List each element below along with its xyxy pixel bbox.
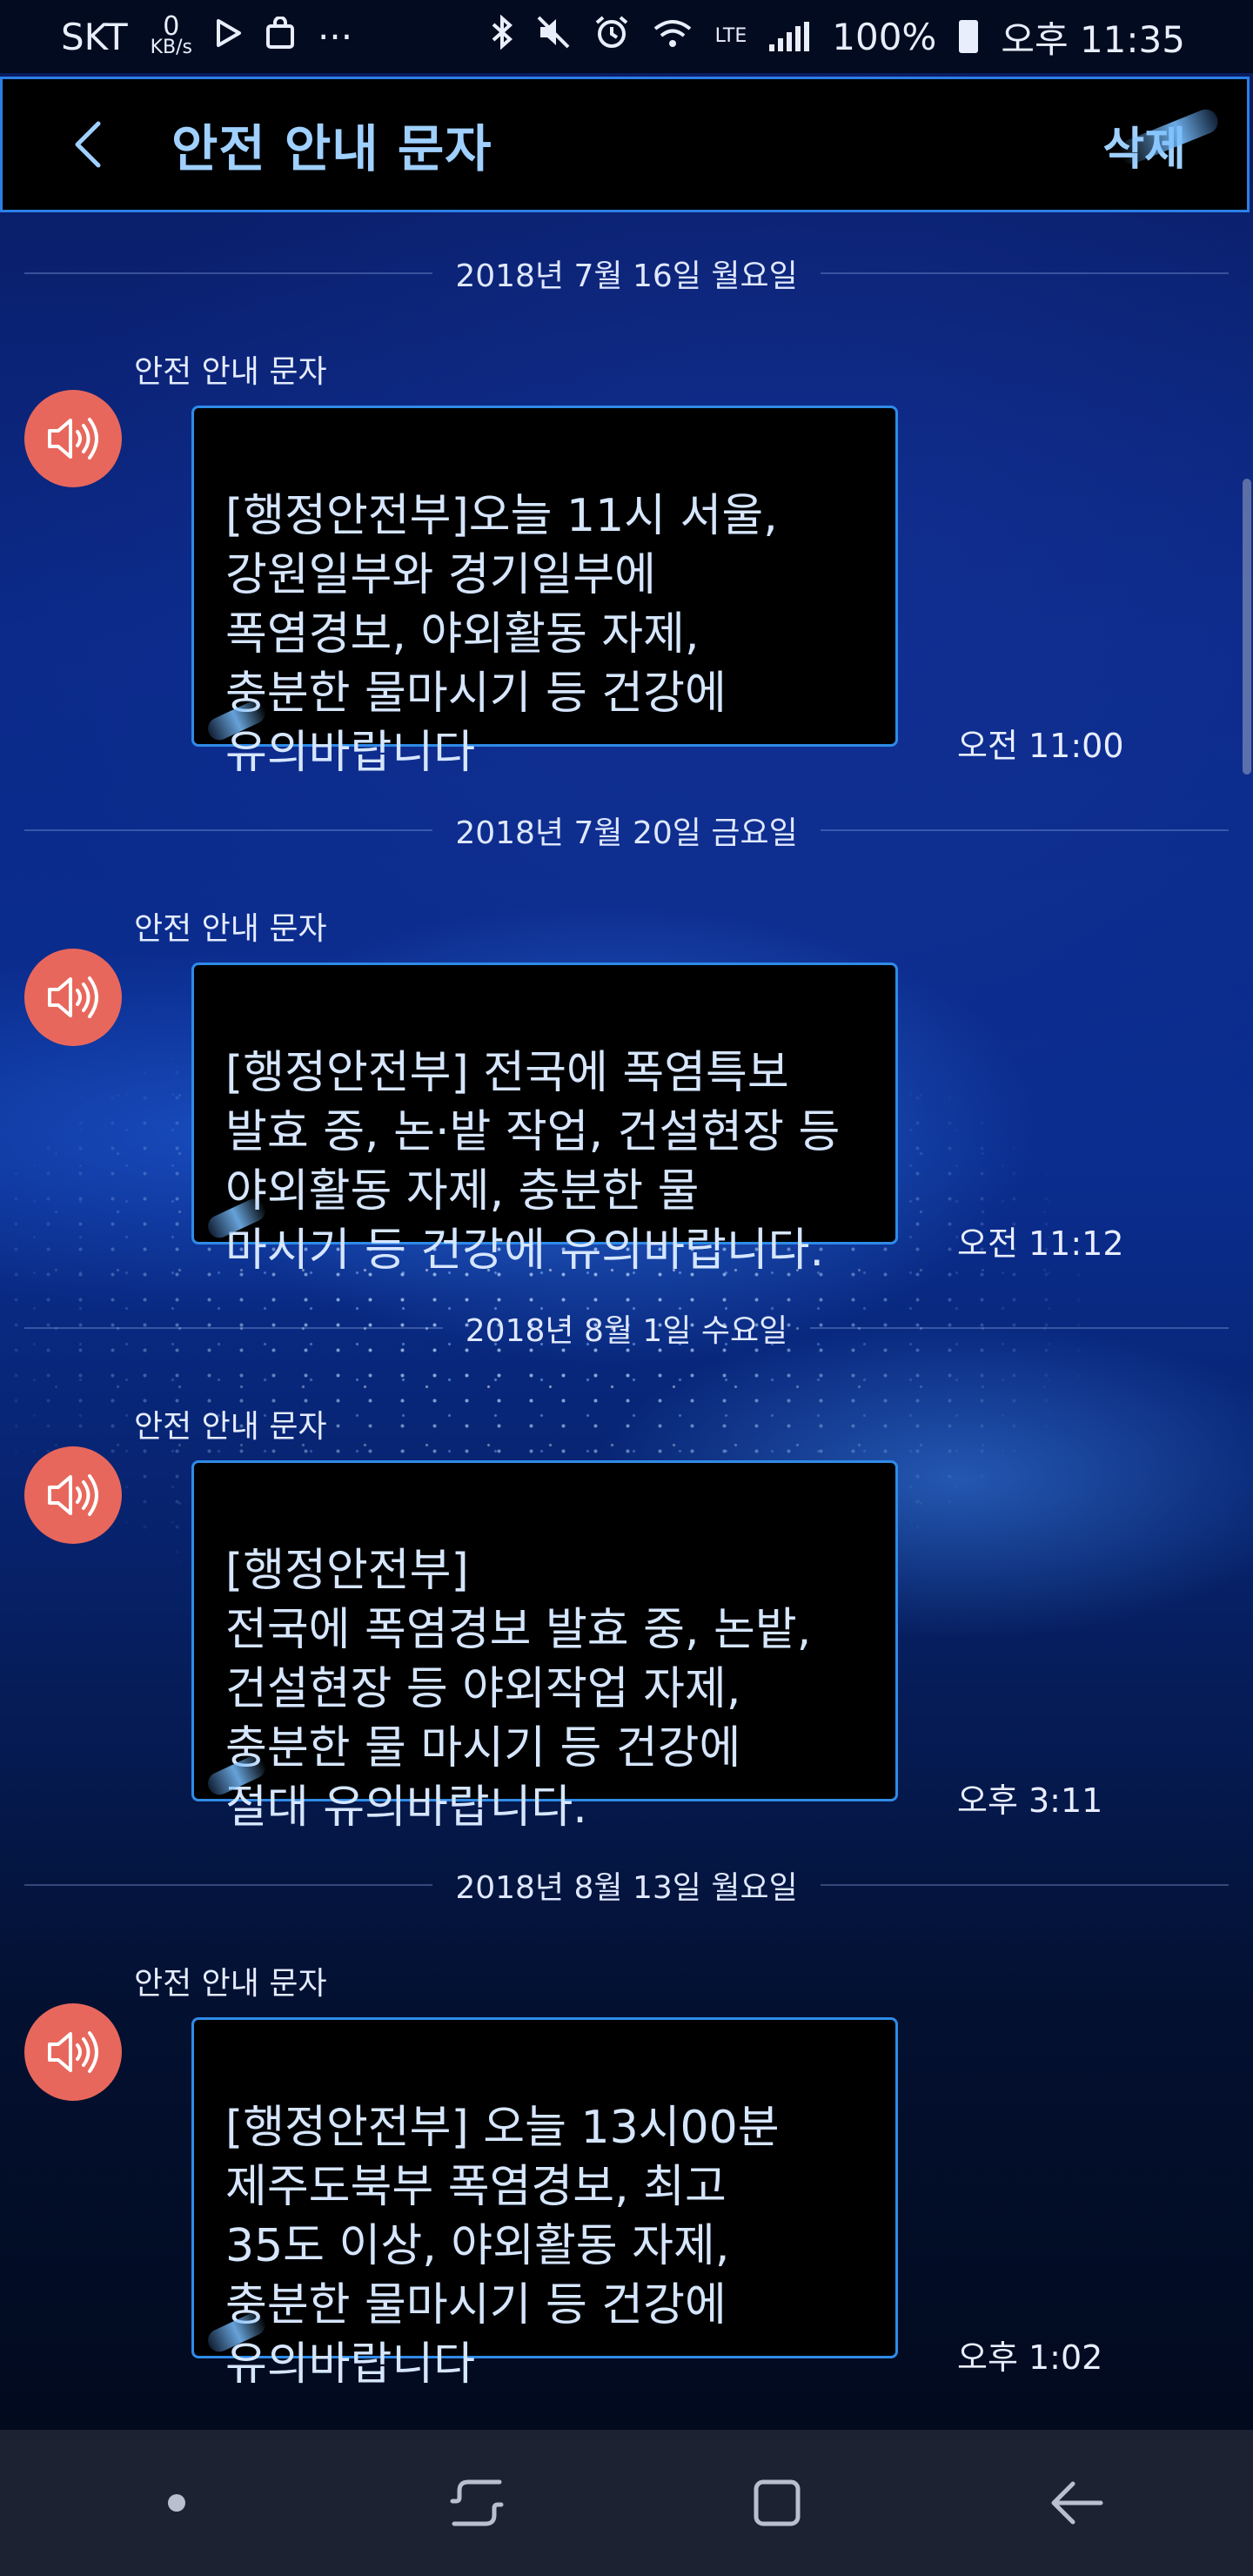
date-label: 2018년 8월 1일 수요일: [465, 1313, 788, 1349]
status-bar: SKT 0 KB/s ··· LTE 100% 오후 11:35: [0, 0, 1253, 73]
date-label: 2018년 7월 16일 월요일: [455, 258, 798, 294]
app-header: 안전 안내 문자 삭제: [0, 77, 1250, 212]
message-bubble[interactable]: [행정안전부] 오늘 13시00분 제주도북부 폭염경보, 최고 35도 이상,…: [191, 2017, 898, 2391]
page-title: 안전 안내 문자: [171, 119, 492, 178]
chevron-left-icon: [75, 121, 101, 168]
sender-name: 안전 안내 문자: [134, 1409, 327, 1445]
date-divider: 2018년 8월 1일 수요일: [24, 1311, 1229, 1349]
network-type: LTE: [714, 25, 747, 47]
message-text: [행정안전부]오늘 11시 서울, 강원일부와 경기일부에 폭염경보, 야외활동…: [225, 490, 778, 779]
message-time: 오전 11:12: [957, 1224, 1124, 1263]
speaker-icon: [48, 1474, 98, 1516]
data-speed-value: 0: [163, 11, 180, 42]
speaker-icon: [48, 2031, 98, 2073]
signal-icon: [769, 22, 810, 51]
message-bubble[interactable]: [행정안전부]오늘 11시 서울, 강원일부와 경기일부에 폭염경보, 야외활동…: [191, 406, 898, 779]
dot-icon: [167, 2494, 185, 2512]
status-right: LTE 100% 오후 11:35: [491, 10, 1185, 64]
message-bubble[interactable]: [행정안전부] 전국에 폭염특보 발효 중, 논·밭 작업, 건설현장 등 야외…: [191, 963, 898, 1277]
speaker-button[interactable]: [24, 2003, 122, 2101]
sender-name: 안전 안내 문자: [134, 354, 327, 390]
battery-icon: [959, 20, 979, 53]
message-time: 오후 1:02: [957, 2338, 1103, 2377]
recent-apps-icon: [450, 2479, 503, 2526]
more-notifications-icon: ···: [318, 15, 353, 58]
delete-button[interactable]: 삭제: [1102, 112, 1186, 178]
speaker-button[interactable]: [24, 949, 122, 1046]
play-store-icon: [215, 18, 243, 56]
back-arrow-icon: [1051, 2481, 1102, 2525]
message-text: [행정안전부] 전국에 폭염특보 발효 중, 논·밭 작업, 건설현장 등 야외…: [225, 1047, 841, 1277]
speaker-icon: [48, 418, 98, 460]
shopping-bag-icon: [265, 15, 295, 57]
date-label: 2018년 7월 20일 금요일: [455, 815, 798, 851]
scrollbar[interactable]: [1243, 479, 1251, 775]
sender-name: 안전 안내 문자: [134, 911, 327, 947]
mute-icon: [536, 15, 571, 58]
carrier-label: SKT: [61, 15, 128, 58]
sender-name: 안전 안내 문자: [134, 1966, 327, 2002]
date-label: 2018년 8월 13일 월요일: [455, 1870, 798, 1906]
battery-percent: 100%: [832, 15, 937, 58]
bluetooth-icon: [491, 14, 513, 58]
message-time: 오전 11:00: [957, 727, 1124, 765]
message-bubble[interactable]: [행정안전부] 전국에 폭염경보 발효 중, 논밭, 건설현장 등 야외작업 자…: [191, 1460, 898, 1834]
back-nav-button[interactable]: [1016, 2451, 1138, 2555]
date-divider: 2018년 7월 20일 금요일: [24, 813, 1229, 851]
status-left: SKT 0 KB/s ···: [61, 11, 353, 58]
speaker-icon: [48, 976, 98, 1018]
home-button[interactable]: [716, 2451, 838, 2555]
data-speed: 0 KB/s: [150, 11, 193, 58]
home-icon: [754, 2479, 800, 2526]
date-divider: 2018년 8월 13일 월요일: [24, 1868, 1229, 1906]
data-speed-unit: KB/s: [150, 37, 193, 58]
message-text: [행정안전부] 오늘 13시00분 제주도북부 폭염경보, 최고 35도 이상,…: [225, 2102, 780, 2391]
nav-dot-indicator[interactable]: [116, 2451, 238, 2555]
speaker-button[interactable]: [24, 390, 122, 487]
message-time: 오후 3:11: [957, 1781, 1103, 1820]
clock: 오후 11:35: [1001, 17, 1185, 61]
back-button[interactable]: [44, 101, 131, 188]
date-divider: 2018년 7월 16일 월요일: [24, 256, 1229, 294]
speaker-button[interactable]: [24, 1446, 122, 1544]
message-text: [행정안전부] 전국에 폭염경보 발효 중, 논밭, 건설현장 등 야외작업 자…: [225, 1545, 812, 1834]
navigation-bar: [0, 2430, 1253, 2576]
recent-apps-button[interactable]: [416, 2451, 538, 2555]
wifi-icon: [653, 16, 693, 58]
alarm-icon: [593, 14, 630, 59]
